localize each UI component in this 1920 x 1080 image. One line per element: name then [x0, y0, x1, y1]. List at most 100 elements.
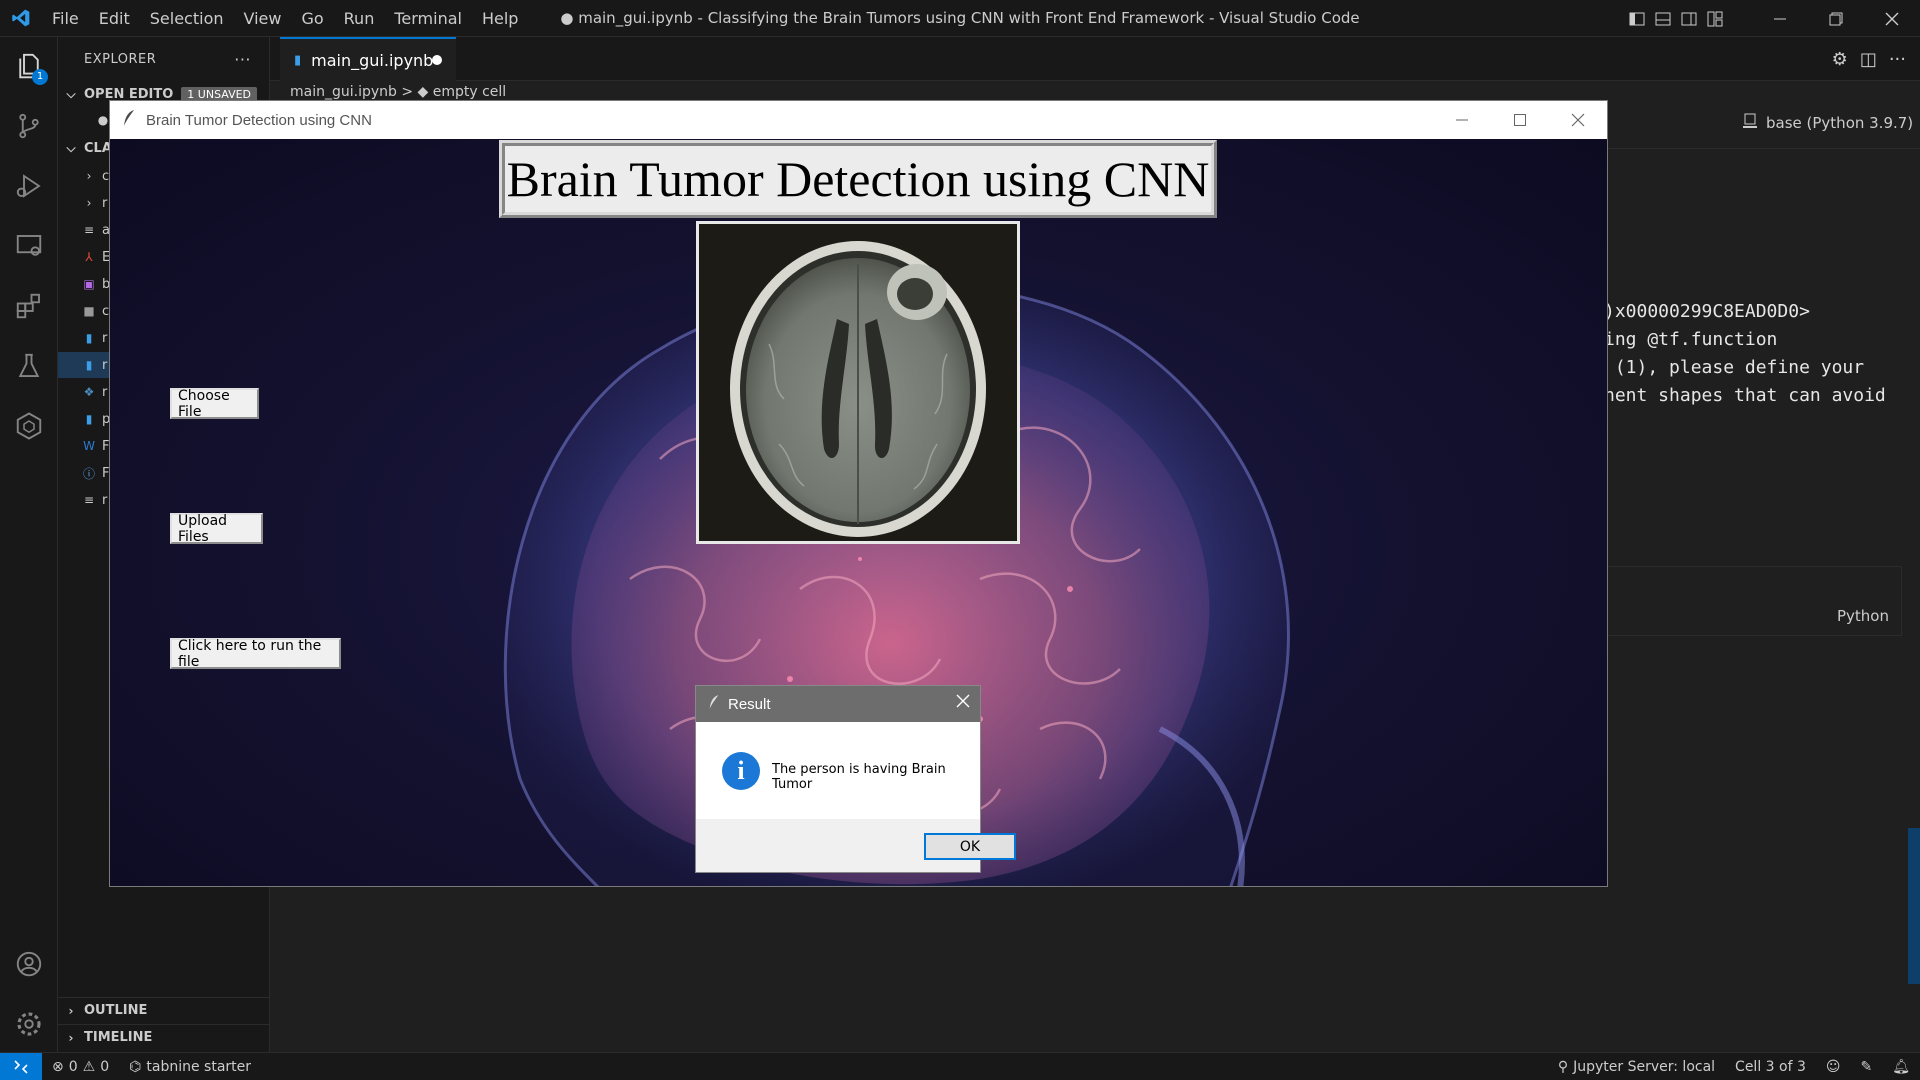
testing-icon[interactable]	[0, 337, 58, 395]
cell-language[interactable]: Python	[1837, 607, 1889, 625]
notebook-file-icon: ▮	[85, 331, 93, 345]
info-icon: i	[722, 752, 760, 790]
vscode-titlebar: File Edit Selection View Go Run Terminal…	[0, 0, 1920, 37]
output-line: ing @tf.function	[1604, 329, 1778, 350]
source-control-icon[interactable]	[0, 97, 58, 155]
output-line: nent shapes that can avoid	[1604, 385, 1886, 406]
app-heading: Brain Tumor Detection using CNN	[499, 140, 1217, 218]
close-icon[interactable]	[1864, 0, 1920, 37]
code-cell[interactable]: Python	[1604, 566, 1902, 636]
run-debug-icon[interactable]	[0, 157, 58, 215]
chevron-down-icon: ⌵	[66, 86, 76, 101]
close-icon[interactable]	[1549, 101, 1607, 139]
tab-label: main_gui.ipynb	[311, 50, 434, 70]
toggle-secondary-sidebar-icon[interactable]	[1676, 0, 1702, 37]
menu-run[interactable]: Run	[334, 0, 385, 37]
maximize-icon[interactable]	[1491, 101, 1549, 139]
run-file-button[interactable]: Click here to run the file	[170, 638, 341, 670]
breadcrumb[interactable]: main_gui.ipynb > ◆ empty cell	[290, 84, 506, 100]
minimize-icon[interactable]	[1752, 0, 1808, 37]
error-count: 0	[68, 1058, 78, 1075]
python-file-icon: ❖	[83, 385, 95, 399]
mri-scan-image	[696, 221, 1020, 544]
tabnine-icon: ⌬	[129, 1058, 142, 1075]
problems-indicator[interactable]: ⊗ 0 ⚠ 0	[42, 1059, 119, 1075]
menu-view[interactable]: View	[234, 0, 292, 37]
explorer-icon[interactable]: 1	[0, 37, 58, 95]
dialog-titlebar: Result	[696, 686, 980, 722]
split-editor-icon[interactable]: ◫	[1860, 49, 1877, 70]
workspace-folder-label: CLA	[84, 140, 112, 156]
kernel-picker[interactable]: base (Python 3.9.7)	[1742, 113, 1913, 133]
tk-feather-icon	[122, 109, 136, 131]
cell-output: )x00000299C8EAD0D0> ing @tf.function (1),…	[1604, 298, 1886, 410]
remote-indicator-icon[interactable]	[0, 1052, 42, 1080]
menu-file[interactable]: File	[42, 0, 89, 37]
info-file-icon: ⓘ	[82, 466, 95, 481]
word-file-icon: W	[83, 439, 95, 453]
menu-go[interactable]: Go	[291, 0, 333, 37]
tk-feather-icon	[708, 694, 720, 714]
timeline-section[interactable]: › TIMELINE	[58, 1024, 270, 1050]
upload-files-button[interactable]: Upload Files	[170, 513, 263, 545]
dialog-message: The person is having Brain Tumor	[772, 762, 946, 792]
status-bar: ⊗ 0 ⚠ 0 ⌬ tabnine starter ⚲ Jupyter Serv…	[0, 1052, 1920, 1080]
chevron-right-icon: ›	[68, 1030, 74, 1045]
cell-indicator[interactable]: Cell 3 of 3	[1725, 1059, 1816, 1075]
vscode-logo-icon	[0, 0, 42, 37]
close-icon[interactable]	[956, 694, 970, 712]
more-actions-icon[interactable]: ···	[1889, 49, 1906, 70]
error-icon: ⊗	[52, 1058, 64, 1075]
more-actions-icon[interactable]: ···	[234, 50, 251, 69]
manage-gear-icon[interactable]	[0, 995, 58, 1053]
dialog-title: Result	[728, 695, 771, 713]
customize-layout-icon[interactable]	[1702, 0, 1728, 37]
notebook-file-icon: ▮	[85, 412, 93, 426]
plug-icon: ⚲	[1557, 1058, 1569, 1075]
unsaved-dot-icon[interactable]	[432, 55, 442, 65]
choose-file-button[interactable]: Choose File	[170, 388, 259, 420]
minimize-icon[interactable]	[1433, 101, 1491, 139]
chevron-right-icon: ›	[68, 1003, 74, 1018]
extensions-icon[interactable]	[0, 277, 58, 335]
warning-count: 0	[100, 1058, 110, 1075]
bell-icon[interactable]: 🔔︎	[1882, 1059, 1920, 1075]
pdf-file-icon: ⅄	[85, 250, 93, 264]
chevron-down-icon: ⌵	[66, 140, 76, 155]
notebook-file-icon: ▮	[294, 52, 302, 68]
chevron-right-icon: ›	[86, 169, 92, 183]
menu-edit[interactable]: Edit	[89, 0, 140, 37]
result-dialog: Result i The person is having Brain Tumo…	[695, 685, 1016, 873]
gear-icon[interactable]: ⚙	[1832, 49, 1848, 70]
menu-help[interactable]: Help	[472, 0, 528, 37]
ok-button[interactable]: OK	[924, 833, 1016, 860]
text-file-icon: ≡	[83, 223, 95, 237]
kubernetes-icon[interactable]	[0, 397, 58, 455]
copilot-icon[interactable]: ☺	[1816, 1059, 1851, 1075]
kernel-label: base (Python 3.9.7)	[1766, 114, 1914, 132]
remote-explorer-icon[interactable]	[0, 217, 58, 275]
toggle-panel-icon[interactable]	[1650, 0, 1676, 37]
outline-section[interactable]: › OUTLINE	[58, 997, 270, 1023]
warning-icon: ⚠	[82, 1058, 96, 1075]
scrollbar-thumb[interactable]	[1908, 828, 1920, 984]
feedback-icon[interactable]: ✎	[1850, 1059, 1882, 1075]
outline-label: OUTLINE	[84, 1003, 148, 1018]
file-icon: ■	[83, 304, 95, 318]
tk-app-window: Brain Tumor Detection using CNN Brain Tu…	[109, 100, 1608, 887]
editor-tab-bar: ▮ main_gui.ipynb ⚙ ◫ ···	[270, 37, 1920, 81]
jupyter-server-label: Jupyter Server: local	[1573, 1058, 1716, 1075]
tab-main-gui[interactable]: ▮ main_gui.ipynb	[280, 37, 456, 81]
restore-icon[interactable]	[1808, 0, 1864, 37]
explorer-title: EXPLORER	[84, 51, 157, 67]
tabnine-status[interactable]: ⌬ tabnine starter	[119, 1059, 261, 1075]
toggle-primary-sidebar-icon[interactable]	[1624, 0, 1650, 37]
app-background: Brain Tumor Detection using CNN Choose F…	[110, 139, 1607, 886]
accounts-icon[interactable]	[0, 935, 58, 993]
output-line: (1), please define your	[1604, 357, 1865, 378]
menu-terminal[interactable]: Terminal	[384, 0, 472, 37]
jupyter-server-status[interactable]: ⚲ Jupyter Server: local	[1548, 1059, 1725, 1075]
timeline-label: TIMELINE	[84, 1030, 153, 1045]
menu-selection[interactable]: Selection	[140, 0, 234, 37]
dialog-body: i The person is having Brain Tumor	[696, 722, 980, 819]
